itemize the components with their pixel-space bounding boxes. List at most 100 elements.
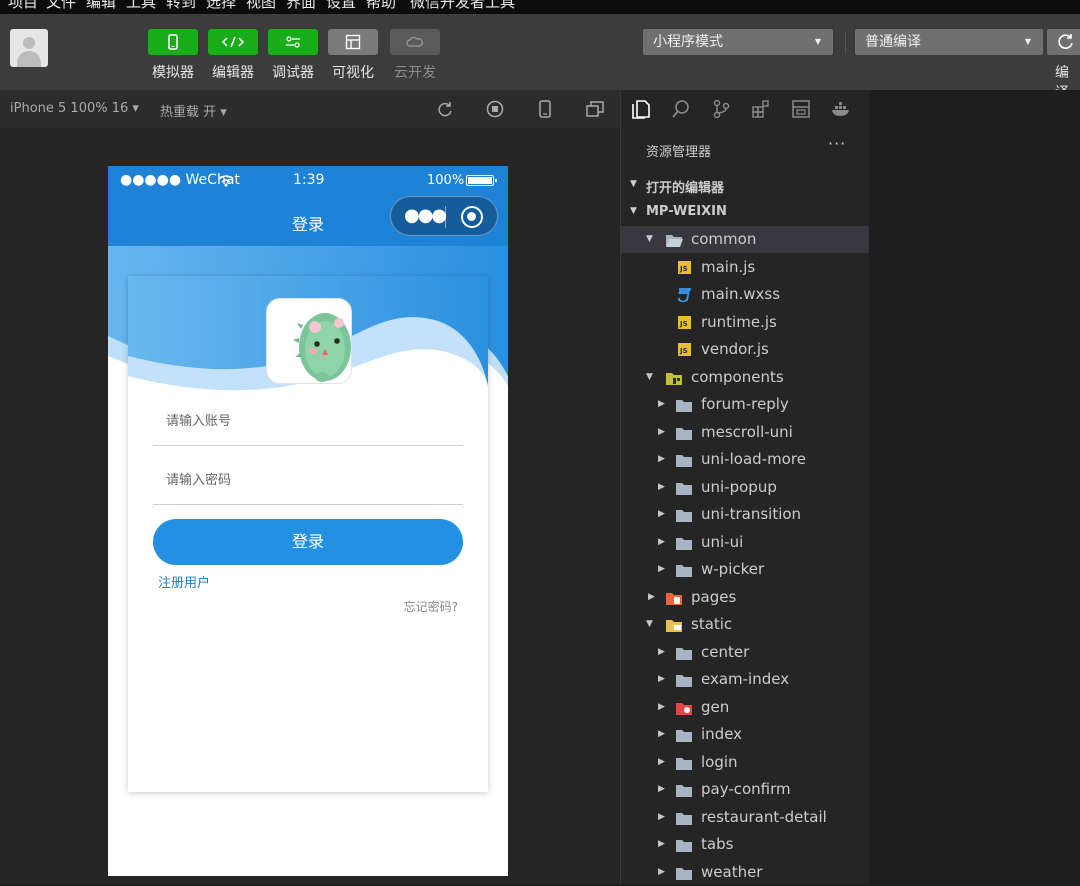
detach-window-icon[interactable] (586, 100, 604, 118)
tree-item-components[interactable]: ▼ components (621, 364, 869, 391)
chevron-down-icon: ▼ (630, 206, 637, 216)
capsule-menu: ●●● (390, 196, 498, 236)
folder-icon (676, 537, 692, 550)
tree-item-index[interactable]: ▶ index (621, 721, 869, 748)
tree-item-restaurant-detail[interactable]: ▶ restaurant-detail (621, 804, 869, 831)
folder-icon (676, 647, 692, 660)
phone-preview-icon[interactable] (536, 100, 554, 118)
menu-item[interactable]: 界面 (286, 0, 316, 12)
chevron-right-icon: ▶ (648, 591, 655, 602)
project-section[interactable]: ▼ MP-WEIXIN (621, 199, 869, 225)
editor-button[interactable]: 编辑器 (208, 29, 258, 82)
visual-button[interactable]: 可视化 (328, 29, 378, 82)
menu-item[interactable]: 选择 (206, 0, 236, 12)
menu-item[interactable]: 项目 (8, 0, 38, 12)
extensions-icon[interactable] (751, 99, 771, 119)
tree-item-vendor-js[interactable]: JS vendor.js (621, 336, 869, 363)
menu-item[interactable]: 帮助 (366, 0, 396, 12)
rotate-icon[interactable] (436, 100, 454, 118)
main-toolbar: 模拟器 编辑器 调试器 可视化 云开发 小程序模式 ▼ 普通编译 ▼ 编译 (0, 14, 1080, 101)
login-card: 请输入账号 请输入密码 登录 注册用户 忘记密码? (128, 276, 488, 792)
chevron-down-icon: ▼ (646, 619, 653, 629)
compile-button[interactable] (1047, 29, 1080, 55)
compile-select[interactable]: 普通编译 ▼ (855, 29, 1043, 55)
tree-item-w-picker[interactable]: ▶ w-picker (621, 556, 869, 583)
tree-item-pay-confirm[interactable]: ▶ pay-confirm (621, 776, 869, 803)
account-placeholder: 请输入账号 (166, 414, 232, 429)
tree-item-tabs[interactable]: ▶ tabs (621, 831, 869, 858)
svg-text:JS: JS (679, 320, 688, 328)
chevron-down-icon: ▼ (646, 371, 653, 382)
tree-item-label: gen (701, 697, 730, 716)
tree-item-uni-ui[interactable]: ▶ uni-ui (621, 529, 869, 556)
menu-item[interactable]: 微信开发者工具 (410, 0, 515, 12)
tree-item-exam-index[interactable]: ▶ exam-index (621, 666, 869, 693)
folder-icon (676, 812, 692, 825)
layout-icon (345, 34, 361, 50)
device-select[interactable]: iPhone 5 100% 16 ▾ (10, 101, 139, 116)
debugger-button[interactable]: 调试器 (268, 29, 318, 82)
chevron-right-icon: ▶ (658, 784, 665, 794)
account-input[interactable]: 请输入账号 (153, 402, 463, 446)
tree-item-uni-load-more[interactable]: ▶ uni-load-more (621, 446, 869, 473)
tree-item-label: weather (701, 862, 763, 881)
menu-item[interactable]: 设置 (326, 0, 356, 12)
tree-item-pages[interactable]: ▶ pages (621, 584, 869, 611)
tree-item-forum-reply[interactable]: ▶ forum-reply (621, 391, 869, 418)
tree-item-runtime-js[interactable]: JS runtime.js (621, 309, 869, 336)
tree-item-static[interactable]: ▼ static (621, 611, 869, 638)
storage-icon[interactable] (791, 99, 811, 119)
source-control-icon[interactable] (711, 99, 731, 119)
tree-item-common[interactable]: ▼ common (621, 226, 869, 253)
avatar[interactable] (10, 29, 48, 67)
menu-item[interactable]: 编辑 (86, 0, 116, 12)
chevron-right-icon: ▶ (658, 454, 665, 464)
tree-item-gen[interactable]: ▶ gen (621, 694, 869, 721)
stop-icon[interactable] (486, 100, 504, 118)
files-icon[interactable] (631, 99, 651, 119)
folder-icon (676, 785, 692, 797)
cloud-button[interactable]: 云开发 (390, 29, 440, 82)
folder-pages-icon (666, 592, 682, 605)
menu-item[interactable]: 转到 (166, 0, 196, 12)
tree-item-uni-transition[interactable]: ▶ uni-transition (621, 501, 869, 528)
tree-item-label: exam-index (701, 670, 790, 688)
tree-item-main-js[interactable]: JS main.js (621, 254, 869, 281)
menu-item[interactable]: 视图 (246, 0, 276, 12)
more-icon[interactable]: ●●● (404, 207, 447, 225)
tree-item-center[interactable]: ▶ center (621, 639, 869, 666)
search-icon[interactable] (671, 99, 691, 119)
hot-reload-toggle[interactable]: 热重载 开 ▾ (160, 101, 227, 120)
menu-item[interactable]: 文件 (46, 0, 76, 12)
editor-area (869, 90, 1080, 884)
more-actions-icon[interactable]: ··· (828, 134, 846, 153)
folder-components-icon (666, 372, 682, 385)
tree-item-label: mescroll-uni (701, 422, 793, 441)
status-battery-text: 100% (427, 173, 465, 188)
register-link[interactable]: 注册用户 (158, 572, 210, 591)
docker-icon[interactable] (831, 99, 851, 119)
tree-item-label: pay-confirm (701, 780, 791, 798)
open-editors-section[interactable]: ▼ 打开的编辑器 (621, 172, 869, 198)
phone-navbar: ●●●●● WeChat 1:39 100% 登录 ●●● (108, 166, 508, 246)
folder-icon (676, 510, 692, 522)
tree-item-mescroll-uni[interactable]: ▶ mescroll-uni (621, 419, 869, 446)
tree-item-weather[interactable]: ▶ weather (621, 859, 869, 886)
tree-item-main-wxss[interactable]: main.wxss (621, 281, 869, 308)
login-button[interactable]: 登录 (153, 519, 463, 565)
tree-item-label: uni-ui (701, 532, 744, 551)
tree-item-label: pages (691, 587, 737, 606)
menu-item[interactable]: 工具 (126, 0, 156, 12)
mode-select[interactable]: 小程序模式 ▼ (643, 29, 833, 55)
status-time: 1:39 (293, 172, 325, 188)
menubar: 项目 文件 编辑 工具 转到 选择 视图 界面 设置 帮助 微信开发者工具 (0, 0, 1080, 14)
wifi-icon (218, 175, 234, 187)
password-input[interactable]: 请输入密码 (153, 461, 463, 505)
simulator-button[interactable]: 模拟器 (148, 29, 198, 82)
debug-icon (286, 36, 300, 48)
close-mini-program-icon[interactable] (461, 206, 483, 228)
tree-item-uni-popup[interactable]: ▶ uni-popup (621, 474, 869, 501)
forgot-password-link[interactable]: 忘记密码? (404, 598, 458, 615)
chevron-right-icon: ▶ (658, 839, 665, 849)
tree-item-login[interactable]: ▶ login (621, 749, 869, 776)
